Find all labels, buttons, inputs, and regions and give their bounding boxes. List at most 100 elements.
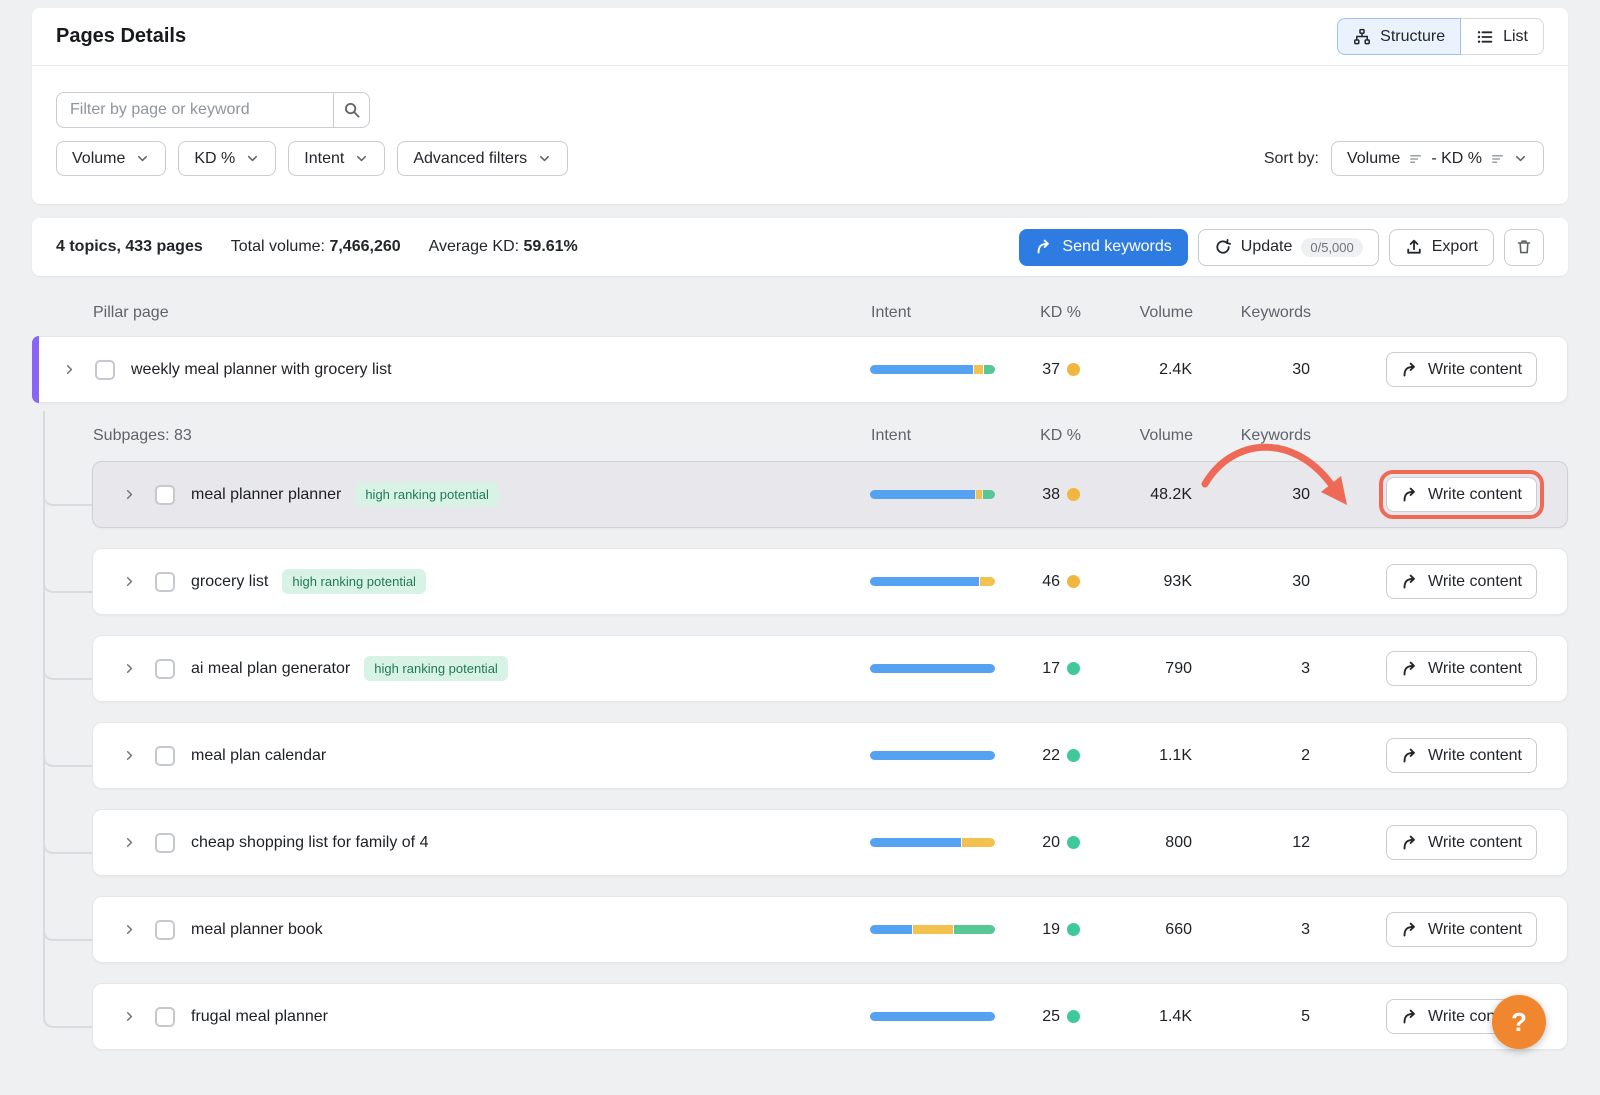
average-kd-value: 59.61% [524, 238, 578, 255]
search-button[interactable] [333, 92, 370, 128]
list-icon [1476, 28, 1494, 46]
average-kd-label: Average KD: [429, 238, 519, 255]
keywords-value: 2 [1192, 747, 1310, 765]
write-content-button[interactable]: Write content [1386, 477, 1537, 512]
structure-icon [1353, 28, 1371, 46]
advanced-filters-label: Advanced filters [413, 150, 527, 168]
expand-chevron[interactable] [117, 570, 141, 594]
pillar-page-name: weekly meal planner with grocery list [131, 361, 392, 379]
view-toggle: Structure List [1337, 18, 1544, 55]
ranking-badge: high ranking potential [282, 569, 426, 594]
structure-view-button[interactable]: Structure [1337, 18, 1461, 55]
row-checkbox[interactable] [155, 572, 175, 592]
kd-status-dot [1067, 662, 1080, 675]
expand-chevron[interactable] [117, 918, 141, 942]
subpage-row[interactable]: cheap shopping list for family of 4 20 8… [92, 809, 1568, 876]
filter-kd-label: KD % [194, 150, 235, 168]
forward-arrow-icon [1401, 921, 1419, 939]
update-quota-badge: 0/5,000 [1301, 238, 1362, 257]
expand-chevron[interactable] [117, 831, 141, 855]
chevron-right-icon [122, 922, 137, 937]
chevron-right-icon [122, 574, 137, 589]
write-content-button[interactable]: Write content [1386, 825, 1537, 860]
volume-value: 800 [1080, 834, 1192, 852]
help-button[interactable]: ? [1492, 995, 1546, 1049]
filter-volume-label: Volume [72, 150, 125, 168]
pillar-row[interactable]: weekly meal planner with grocery list 37… [32, 336, 1568, 403]
row-checkbox[interactable] [155, 833, 175, 853]
export-icon [1405, 238, 1423, 256]
filters-section: Volume KD % Intent Advanced filters Sort… [32, 66, 1568, 204]
export-button[interactable]: Export [1389, 229, 1494, 266]
kd-value: 20 [1042, 834, 1060, 852]
subpage-row[interactable]: meal planner book 19 660 3 Write content [92, 896, 1568, 963]
export-label: Export [1432, 238, 1478, 256]
ranking-badge: high ranking potential [364, 656, 508, 681]
expand-chevron[interactable] [117, 744, 141, 768]
subpage-row[interactable]: meal planner planner high ranking potent… [92, 461, 1568, 528]
row-checkbox[interactable] [155, 920, 175, 940]
trash-icon [1515, 238, 1533, 256]
page-title: Pages Details [56, 25, 186, 48]
write-content-label: Write content [1428, 361, 1522, 379]
intent-bar [870, 751, 995, 760]
kd-value: 38 [1042, 486, 1060, 504]
forward-arrow-icon [1401, 573, 1419, 591]
send-keywords-label: Send keywords [1062, 238, 1171, 256]
volume-column-header: Volume [1081, 304, 1193, 322]
subpage-row[interactable]: meal plan calendar 22 1.1K 2 Write conte… [92, 722, 1568, 789]
forward-arrow-icon [1401, 486, 1419, 504]
summary-actions: Send keywords Update 0/5,000 Export [1019, 229, 1544, 266]
expand-chevron[interactable] [57, 358, 81, 382]
keywords-value: 3 [1192, 921, 1310, 939]
row-checkbox[interactable] [155, 659, 175, 679]
sort-dropdown[interactable]: Volume - KD % [1331, 141, 1544, 176]
write-content-button[interactable]: Write content [1386, 651, 1537, 686]
kd-value: 22 [1042, 747, 1060, 765]
write-content-button[interactable]: Write content [1386, 912, 1537, 947]
kd-status-dot [1067, 363, 1080, 376]
delete-button[interactable] [1504, 229, 1544, 266]
page-name: cheap shopping list for family of 4 [191, 834, 428, 852]
subpage-row[interactable]: grocery list high ranking potential 46 9… [92, 548, 1568, 615]
expand-chevron[interactable] [117, 483, 141, 507]
subpage-row[interactable]: ai meal plan generator high ranking pote… [92, 635, 1568, 702]
sort-by-label: Sort by: [1264, 150, 1319, 168]
keywords-value: 30 [1192, 486, 1310, 504]
kd-status-dot [1067, 575, 1080, 588]
filter-kd-dropdown[interactable]: KD % [178, 141, 276, 176]
page-name: meal planner book [191, 921, 323, 939]
row-checkbox[interactable] [95, 360, 115, 380]
write-content-label: Write content [1428, 573, 1522, 591]
search-input[interactable] [56, 92, 333, 128]
sort-desc-icon [1490, 151, 1505, 166]
intent-bar [870, 490, 995, 499]
filter-intent-label: Intent [304, 150, 344, 168]
chevron-down-icon [245, 151, 260, 166]
kd-column-header: KD % [1031, 304, 1081, 322]
chevron-down-icon [1513, 151, 1528, 166]
panel-header: Pages Details Structure List [32, 8, 1568, 66]
list-view-button[interactable]: List [1460, 18, 1544, 55]
kd-status-dot [1067, 836, 1080, 849]
intent-column-header: Intent [871, 304, 1031, 322]
send-keywords-button[interactable]: Send keywords [1019, 229, 1187, 266]
update-button[interactable]: Update 0/5,000 [1198, 229, 1379, 266]
kd-column-header: KD % [1031, 427, 1081, 445]
filter-intent-dropdown[interactable]: Intent [288, 141, 385, 176]
expand-chevron[interactable] [117, 1005, 141, 1029]
write-content-button[interactable]: Write content [1386, 352, 1537, 387]
row-checkbox[interactable] [155, 1007, 175, 1027]
row-checkbox[interactable] [155, 746, 175, 766]
write-content-button[interactable]: Write content [1386, 564, 1537, 599]
kd-status-dot [1067, 749, 1080, 762]
expand-chevron[interactable] [117, 657, 141, 681]
write-content-label: Write content [1428, 660, 1522, 678]
write-content-button[interactable]: Write content [1386, 738, 1537, 773]
subpage-row[interactable]: frugal meal planner 25 1.4K 5 Write cont… [92, 983, 1568, 1050]
row-checkbox[interactable] [155, 485, 175, 505]
filter-volume-dropdown[interactable]: Volume [56, 141, 166, 176]
advanced-filters-dropdown[interactable]: Advanced filters [397, 141, 568, 176]
search-row [56, 92, 1544, 128]
structure-view-label: Structure [1380, 28, 1445, 46]
